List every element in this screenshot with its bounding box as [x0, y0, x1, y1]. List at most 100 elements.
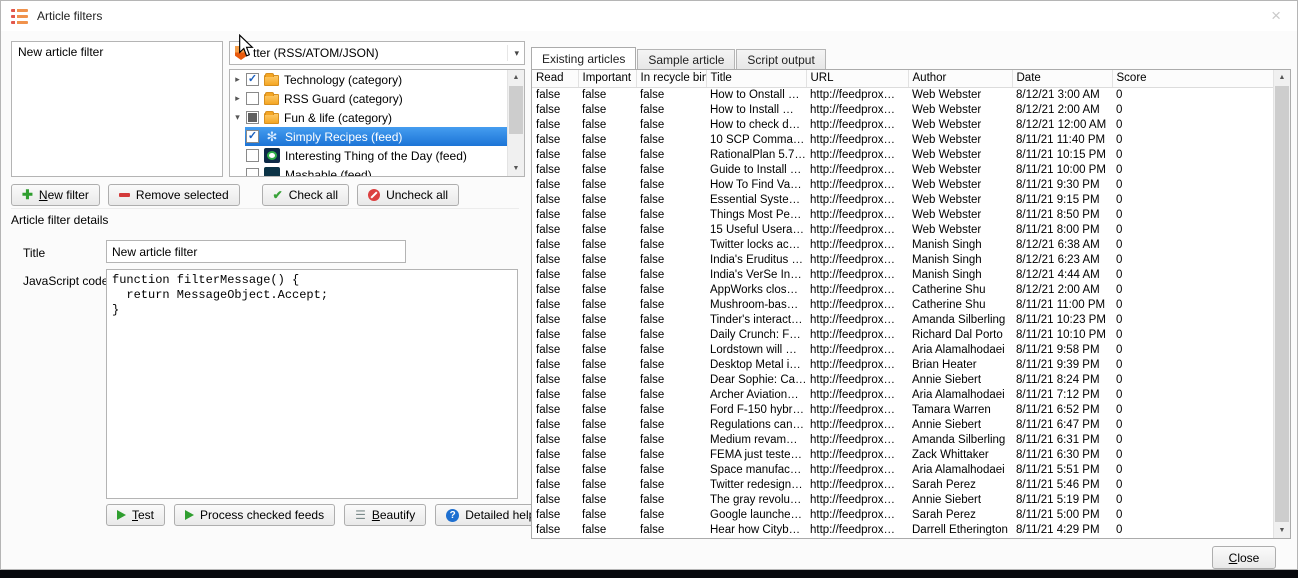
article-row[interactable]: falsefalsefalseDear Sophie: Ca…http://fe… [532, 373, 1274, 388]
scroll-down-icon[interactable]: ▼ [1274, 523, 1290, 538]
article-row[interactable]: falsefalsefalseRationalPlan 5.7…http://f… [532, 148, 1274, 163]
item-checkbox[interactable] [246, 168, 259, 177]
column-header-in-recycle-bin[interactable]: In recycle bin [636, 70, 706, 87]
tab-sample-article[interactable]: Sample article [637, 49, 735, 69]
item-checkbox[interactable] [246, 149, 259, 162]
test-button[interactable]: Test [106, 504, 165, 526]
detailed-help-button[interactable]: ? Detailed help [435, 504, 546, 526]
tree-scrollbar-thumb[interactable] [509, 86, 523, 134]
filters-list[interactable]: New article filter [11, 41, 223, 177]
item-checkbox[interactable]: ✓ [246, 130, 259, 143]
close-button[interactable]: Close [1212, 546, 1276, 569]
tree-item-content[interactable]: ✓Technology (category) [245, 70, 507, 89]
tree-item-content[interactable]: Fun & life (category) [245, 108, 507, 127]
article-cell: Annie Siebert [908, 418, 1012, 433]
article-row[interactable]: falsefalsefalseIndia's VerSe In…http://f… [532, 268, 1274, 283]
article-row[interactable]: falsefalsefalseMushroom-bas…http://feedp… [532, 298, 1274, 313]
tree-item[interactable]: ✓✻Simply Recipes (feed) [230, 127, 507, 146]
table-header-row: Read Important In recycle bin Title URL … [532, 70, 1274, 87]
article-row[interactable]: falsefalsefalseLordstown will …http://fe… [532, 343, 1274, 358]
js-code-editor[interactable]: function filterMessage() { return Messag… [106, 269, 518, 499]
scroll-up-icon[interactable]: ▲ [1274, 70, 1290, 85]
collapse-arrow-icon[interactable]: ▾ [230, 108, 245, 127]
item-checkbox[interactable] [246, 92, 259, 105]
table-scrollbar[interactable]: ▲ ▼ [1273, 70, 1290, 538]
filter-list-item[interactable]: New article filter [12, 42, 222, 62]
article-cell: Medium revam… [706, 433, 806, 448]
tab-script-output[interactable]: Script output [736, 49, 825, 69]
item-checkbox[interactable]: ✓ [246, 73, 259, 86]
article-row[interactable]: falsefalsefalseDaily Crunch: F…http://fe… [532, 328, 1274, 343]
article-row[interactable]: falsefalsefalseFord F-150 hybr…http://fe… [532, 403, 1274, 418]
tree-scrollbar[interactable]: ▲ ▼ [507, 70, 524, 176]
test-label: Test [132, 508, 154, 522]
article-row[interactable]: falsefalsefalse10 SCP Comma…http://feedp… [532, 133, 1274, 148]
filter-title-input[interactable] [106, 240, 406, 263]
article-row[interactable]: falsefalsefalseArcher Aviation…http://fe… [532, 388, 1274, 403]
uncheck-all-button[interactable]: Uncheck all [357, 184, 459, 206]
tree-item-content[interactable]: RSS Guard (category) [245, 89, 507, 108]
article-row[interactable]: falsefalsefalseHow to Install …http://fe… [532, 103, 1274, 118]
article-row[interactable]: falsefalsefalse15 Useful Usera…http://fe… [532, 223, 1274, 238]
item-checkbox[interactable] [246, 111, 259, 124]
table-scrollbar-thumb[interactable] [1275, 86, 1289, 522]
scroll-up-icon[interactable]: ▲ [508, 70, 524, 85]
tree-item-content[interactable]: Interesting Thing of the Day (feed) [245, 146, 507, 165]
window-close-button[interactable]: × [1271, 6, 1281, 26]
article-row[interactable]: falsefalsefalseGoogle launche…http://fee… [532, 508, 1274, 523]
column-header-author[interactable]: Author [908, 70, 1012, 87]
article-cell: false [578, 448, 636, 463]
article-row[interactable]: falsefalsefalseThe gray revolu…http://fe… [532, 493, 1274, 508]
column-header-date[interactable]: Date [1012, 70, 1112, 87]
article-row[interactable]: falsefalsefalseHow To Find Va…http://fee… [532, 178, 1274, 193]
article-row[interactable]: falsefalsefalseGuide to Install …http://… [532, 163, 1274, 178]
article-row[interactable]: falsefalsefalseDesktop Metal i…http://fe… [532, 358, 1274, 373]
tree-item[interactable]: Interesting Thing of the Day (feed) [230, 146, 507, 165]
column-header-important[interactable]: Important [578, 70, 636, 87]
article-cell: 8/11/21 5:46 PM [1012, 478, 1112, 493]
article-cell: http://feedprox… [806, 283, 908, 298]
article-row[interactable]: falsefalsefalseIndia's Eruditus …http://… [532, 253, 1274, 268]
tab-existing-articles[interactable]: Existing articles [531, 47, 636, 69]
article-row[interactable]: falsefalsefalseHow to check d…http://fee… [532, 118, 1274, 133]
itotd-icon [264, 148, 280, 163]
expand-arrow-icon[interactable]: ▸ [230, 89, 245, 108]
column-header-url[interactable]: URL [806, 70, 908, 87]
column-header-score[interactable]: Score [1112, 70, 1274, 87]
article-row[interactable]: falsefalsefalseHow to Onstall …http://fe… [532, 87, 1274, 103]
article-row[interactable]: falsefalsefalseAppWorks clos…http://feed… [532, 283, 1274, 298]
article-row[interactable]: falsefalsefalseTwitter locks ac…http://f… [532, 238, 1274, 253]
tree-item[interactable]: ▸RSS Guard (category) [230, 89, 507, 108]
article-row[interactable]: falsefalsefalseHear how Cityb…http://fee… [532, 523, 1274, 538]
article-row[interactable]: falsefalsefalseRegulations can…http://fe… [532, 418, 1274, 433]
article-row[interactable]: falsefalsefalseFEMA just teste…http://fe… [532, 448, 1274, 463]
tree-item-content[interactable]: Mashable (feed) [245, 165, 507, 177]
tree-item-content[interactable]: ✓✻Simply Recipes (feed) [245, 127, 507, 146]
check-all-button[interactable]: ✔ Check all [262, 184, 349, 206]
account-combobox[interactable]: tter (RSS/ATOM/JSON) ▾ [229, 41, 525, 65]
article-row[interactable]: falsefalsefalseTinder's interact…http://… [532, 313, 1274, 328]
new-filter-button[interactable]: ✚ New filter [11, 184, 100, 206]
article-row[interactable]: falsefalsefalseSpace manufac…http://feed… [532, 463, 1274, 478]
article-row[interactable]: falsefalsefalseEssential Syste…http://fe… [532, 193, 1274, 208]
article-cell: Sarah Perez [908, 478, 1012, 493]
combobox-dropdown-arrow-icon[interactable]: ▾ [507, 45, 519, 61]
beautify-button[interactable]: ☰ Beautify [344, 504, 426, 526]
column-header-title[interactable]: Title [706, 70, 806, 87]
tree-item[interactable]: ▸✓Technology (category) [230, 70, 507, 89]
expand-arrow-icon[interactable]: ▸ [230, 70, 245, 89]
article-cell: false [578, 478, 636, 493]
article-row[interactable]: falsefalsefalseTwitter redesign…http://f… [532, 478, 1274, 493]
tree-item[interactable]: Mashable (feed) [230, 165, 507, 177]
tree-item[interactable]: ▾Fun & life (category) [230, 108, 507, 127]
article-row[interactable]: falsefalsefalseThings Most Pe…http://fee… [532, 208, 1274, 223]
article-row[interactable]: falsefalsefalseMedium revam…http://feedp… [532, 433, 1274, 448]
feeds-tree[interactable]: ▸✓Technology (category)▸RSS Guard (categ… [229, 69, 525, 177]
remove-selected-button[interactable]: Remove selected [108, 184, 240, 206]
article-cell: 8/11/21 5:00 PM [1012, 508, 1112, 523]
column-header-read[interactable]: Read [532, 70, 578, 87]
article-cell: http://feedprox… [806, 508, 908, 523]
article-cell: 8/12/21 6:38 AM [1012, 238, 1112, 253]
scroll-down-icon[interactable]: ▼ [508, 161, 524, 176]
process-checked-feeds-button[interactable]: Process checked feeds [174, 504, 335, 526]
